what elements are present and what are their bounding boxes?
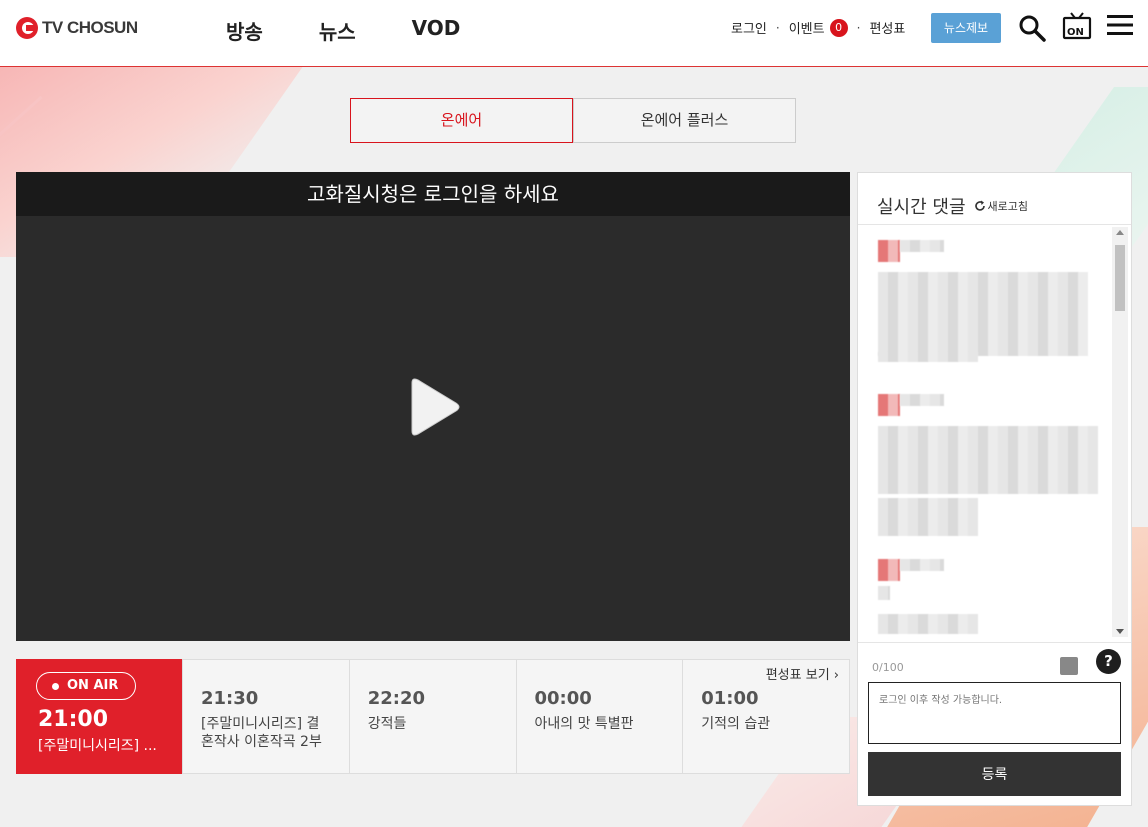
- current-title: [주말미니시리즈] ...: [38, 738, 157, 754]
- comment-scrollbar[interactable]: [1112, 227, 1128, 637]
- current-program[interactable]: ON AIR 21:00 [주말미니시리즈] ...: [16, 659, 182, 774]
- scroll-thumb[interactable]: [1115, 245, 1125, 311]
- char-counter: 0/100: [872, 661, 904, 674]
- slot-title: 기적의 습관: [701, 716, 771, 732]
- main-nav: 방송 뉴스 VOD: [226, 16, 460, 45]
- nav-broadcast[interactable]: 방송: [226, 16, 263, 45]
- help-icon[interactable]: ?: [1096, 649, 1121, 674]
- comment-avatar-redacted: [878, 559, 900, 581]
- video-player[interactable]: 고화질시청은 로그인을 하세요: [16, 172, 850, 641]
- site-header: TV CHOSUN 방송 뉴스 VOD 로그인 · 이벤트 0 · 편성표 뉴스…: [0, 0, 1148, 67]
- live-dot-icon: [52, 683, 59, 690]
- comment-user-redacted: [900, 559, 944, 571]
- nav-vod[interactable]: VOD: [412, 16, 461, 45]
- onair-label: ON AIR: [67, 678, 119, 693]
- login-hd-banner[interactable]: 고화질시청은 로그인을 하세요: [16, 172, 850, 216]
- comment-compose: 0/100 ? 등록: [858, 642, 1131, 806]
- comment-text-redacted: [878, 586, 890, 600]
- refresh-icon: [974, 200, 985, 211]
- nav-news[interactable]: 뉴스: [319, 16, 356, 45]
- event-link[interactable]: 이벤트: [789, 18, 825, 37]
- slot-time: 21:30: [201, 688, 259, 709]
- comment-input[interactable]: [868, 682, 1121, 744]
- scroll-up-icon[interactable]: [1116, 230, 1124, 235]
- tab-onair[interactable]: 온에어: [350, 98, 573, 143]
- comment-avatar-redacted: [878, 394, 900, 416]
- comment-user-redacted: [900, 240, 944, 252]
- news-report-button[interactable]: 뉴스제보: [931, 13, 1001, 43]
- schedule-strip: ON AIR 21:00 [주말미니시리즈] ... 21:30 [주말미니시리…: [16, 659, 850, 774]
- comments-title: 실시간 댓글: [877, 196, 966, 218]
- schedule-link[interactable]: 편성표: [869, 18, 905, 37]
- event-count-badge: 0: [829, 18, 848, 37]
- submit-comment-button[interactable]: 등록: [868, 752, 1121, 796]
- separator-dot: ·: [856, 20, 861, 35]
- comment-text-redacted: [878, 272, 1088, 356]
- scroll-down-icon[interactable]: [1116, 629, 1124, 634]
- schedule-slot[interactable]: 편성표 보기 › 01:00 기적의 습관: [682, 660, 849, 773]
- onair-tv-icon[interactable]: ON: [1062, 11, 1092, 41]
- channel-tabs: 온에어 온에어 플러스: [350, 98, 796, 143]
- schedule-slot[interactable]: 21:30 [주말미니시리즈] 결혼작사 이혼작곡 2부: [182, 660, 349, 773]
- slot-time: 22:20: [367, 688, 426, 709]
- slot-title: 강적들: [367, 716, 407, 732]
- logo-icon: [16, 17, 38, 39]
- logo-text: TV CHOSUN: [42, 18, 138, 37]
- slot-time: 00:00: [534, 688, 592, 709]
- current-time: 21:00: [38, 707, 109, 732]
- schedule-view-label: 편성표 보기: [765, 668, 830, 683]
- login-link[interactable]: 로그인: [731, 18, 767, 37]
- refresh-button[interactable]: 새로고침: [974, 198, 1028, 214]
- comment-text-redacted: [878, 614, 978, 634]
- comments-header: 실시간 댓글 새로고침: [858, 173, 1131, 225]
- comment-user-redacted: [900, 394, 944, 406]
- hamburger-menu-icon[interactable]: [1107, 14, 1133, 36]
- comment-avatar-redacted: [878, 240, 900, 262]
- chevron-right-icon: ›: [833, 668, 839, 683]
- slot-time: 01:00: [701, 688, 759, 709]
- schedule-slot[interactable]: 22:20 강적들: [348, 660, 516, 773]
- slot-title: 아내의 맛 특별판: [534, 716, 634, 732]
- schedule-view-link[interactable]: 편성표 보기 ›: [766, 664, 839, 683]
- comment-text-redacted: [878, 352, 978, 362]
- schedule-slot[interactable]: 00:00 아내의 맛 특별판: [515, 660, 683, 773]
- comment-text-redacted: [878, 498, 978, 536]
- utility-links: 로그인 · 이벤트 0 · 편성표: [731, 18, 905, 37]
- svg-text:ON: ON: [1067, 27, 1084, 38]
- comment-list[interactable]: [858, 226, 1131, 641]
- tab-onair-plus[interactable]: 온에어 플러스: [573, 98, 796, 143]
- logo[interactable]: TV CHOSUN: [16, 17, 138, 39]
- reload-icon[interactable]: [1060, 657, 1078, 675]
- slot-title: [주말미니시리즈] 결혼작사 이혼작곡 2부: [201, 716, 322, 750]
- live-comments-panel: 실시간 댓글 새로고침 0/100 ? 로그인 이후 작성 가능합니다. 등록: [857, 172, 1132, 806]
- play-icon[interactable]: [406, 377, 462, 437]
- onair-badge: ON AIR: [36, 672, 136, 700]
- separator-dot: ·: [775, 20, 780, 35]
- search-icon[interactable]: [1018, 14, 1046, 42]
- comment-text-redacted: [878, 426, 1098, 494]
- refresh-label: 새로고침: [987, 199, 1029, 213]
